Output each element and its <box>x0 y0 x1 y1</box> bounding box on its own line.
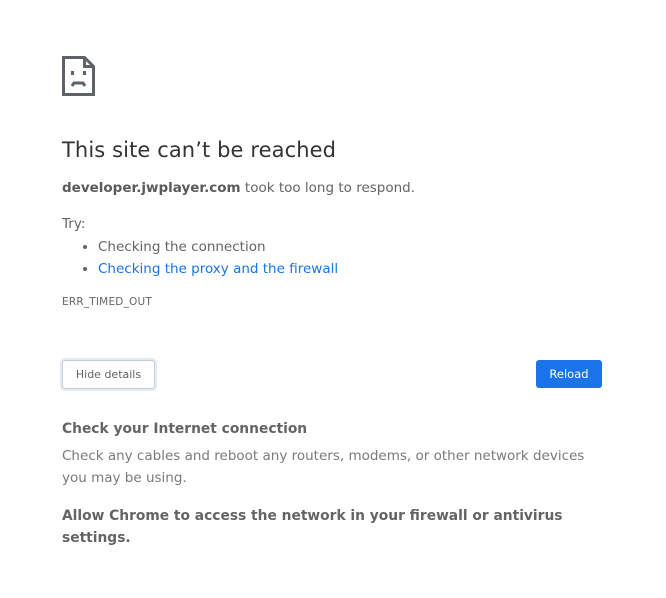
try-label: Try: <box>62 216 86 232</box>
details-heading: Check your Internet connection <box>62 421 308 437</box>
suggestion-connection-label: Checking the connection <box>98 239 266 255</box>
error-host: developer.jwplayer.com <box>62 180 241 196</box>
page-title: This site can’t be reached <box>62 138 337 162</box>
suggestion-proxy-firewall: Checking the proxy and the firewall <box>98 258 338 280</box>
proxy-firewall-link[interactable]: Checking the proxy and the firewall <box>98 261 338 277</box>
details-text: Check any cables and reboot any routers,… <box>62 448 585 486</box>
error-message: took too long to respond. <box>240 180 416 196</box>
error-summary: developer.jwplayer.com took too long to … <box>62 180 415 196</box>
suggestion-connection: Checking the connection <box>98 236 338 258</box>
reload-button[interactable]: Reload <box>536 360 602 388</box>
error-code: ERR_TIMED_OUT <box>62 296 152 308</box>
interstitial-wrapper: This site can’t be reached developer.jwp… <box>62 56 604 546</box>
suggestions-list: Checking the connection Checking the pro… <box>62 236 338 280</box>
sad-page-icon <box>62 56 95 96</box>
allow-chrome-text: Allow Chrome to access the network in yo… <box>62 508 563 546</box>
hide-details-button[interactable]: Hide details <box>62 360 155 389</box>
